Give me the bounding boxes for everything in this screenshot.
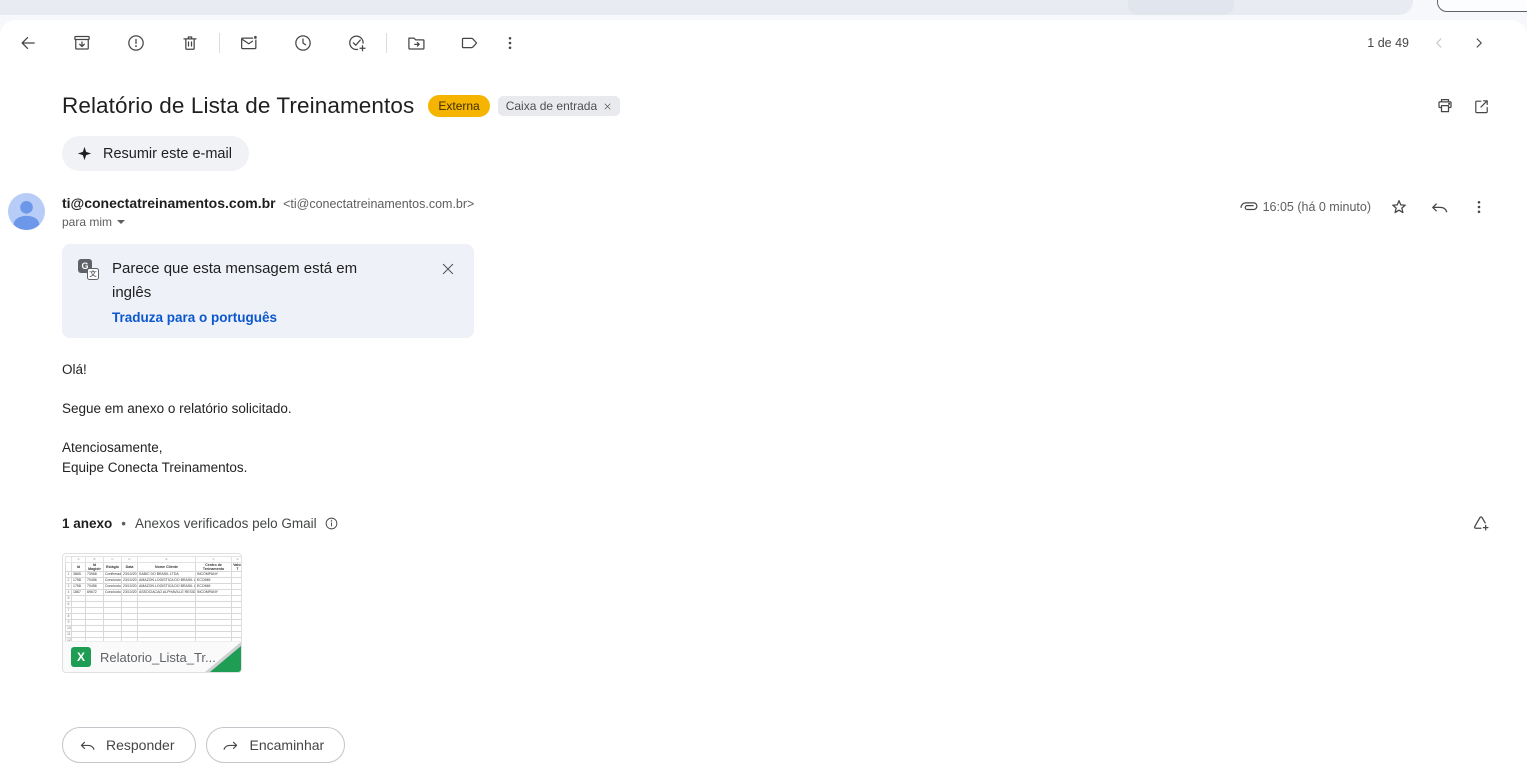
- inbox-label-text: Caixa de entrada: [506, 99, 597, 113]
- toolbar-divider: [386, 33, 387, 53]
- excel-file-icon: X: [71, 647, 91, 667]
- open-in-new-icon: [1472, 97, 1491, 116]
- close-icon: [440, 261, 456, 277]
- more-options-button[interactable]: [490, 23, 530, 63]
- email-timestamp: 16:05 (há 0 minuto): [1263, 200, 1371, 214]
- older-email-button[interactable]: [1459, 23, 1499, 63]
- translate-message: Parece que esta mensagem está em inglês: [112, 257, 364, 305]
- drive-add-icon: [1471, 513, 1491, 533]
- kebab-icon: [1469, 197, 1489, 217]
- attachments-verified-label: Anexos verificados pelo Gmail: [135, 516, 317, 531]
- reply-button-label: Responder: [106, 737, 175, 753]
- archive-icon: [72, 33, 92, 53]
- sender-avatar[interactable]: [8, 193, 45, 230]
- inbox-label-chip[interactable]: Caixa de entrada: [498, 96, 620, 116]
- translate-action-link[interactable]: Traduza para o português: [112, 310, 434, 325]
- delete-button[interactable]: [170, 23, 210, 63]
- star-button[interactable]: [1379, 187, 1419, 227]
- print-button[interactable]: [1427, 88, 1463, 124]
- move-to-icon: [406, 33, 426, 53]
- reply-icon: [78, 736, 96, 754]
- kebab-icon: [500, 33, 520, 53]
- remove-label-icon[interactable]: [603, 102, 612, 111]
- person-icon: [8, 193, 45, 230]
- summarize-email-button[interactable]: Resumir este e-mail: [62, 136, 249, 171]
- label-icon: [460, 33, 480, 53]
- body-line: Segue em anexo o relatório solicitado.: [62, 399, 1499, 419]
- summarize-label: Resumir este e-mail: [103, 146, 232, 162]
- add-to-tasks-button[interactable]: [337, 23, 377, 63]
- add-to-tasks-icon: [347, 33, 367, 53]
- translate-close-button[interactable]: [434, 255, 462, 283]
- snooze-button[interactable]: [283, 23, 323, 63]
- labels-button[interactable]: [450, 23, 490, 63]
- top-band: [0, 0, 1527, 20]
- mark-unread-button[interactable]: [229, 23, 269, 63]
- dot-separator: •: [121, 516, 126, 531]
- email-toolbar: 1 de 49: [0, 20, 1527, 64]
- cutoff-overlay-button: [1437, 0, 1527, 12]
- open-in-new-window-button[interactable]: [1463, 88, 1499, 124]
- snooze-icon: [293, 33, 313, 53]
- message-more-options-button[interactable]: [1459, 187, 1499, 227]
- translate-banner: G 文 Parece que esta mensagem está em ing…: [62, 244, 474, 338]
- back-icon: [18, 33, 38, 53]
- reply-icon: [1429, 197, 1449, 217]
- sparkle-icon: [76, 145, 93, 162]
- back-button[interactable]: [8, 23, 48, 63]
- chevron-down-icon: [117, 220, 125, 224]
- google-translate-icon: G 文: [78, 259, 99, 280]
- sender-name: ti@conectatreinamentos.com.br: [62, 195, 276, 211]
- attachment-filename: Relatorio_Lista_Tr...: [100, 650, 216, 665]
- sender-address: <ti@conectatreinamentos.com.br>: [283, 197, 474, 211]
- report-spam-icon: [126, 33, 146, 53]
- chevron-left-icon: [1430, 34, 1448, 52]
- report-spam-button[interactable]: [116, 23, 156, 63]
- mark-unread-icon: [239, 33, 259, 53]
- newer-email-button[interactable]: [1419, 23, 1459, 63]
- email-body: Olá! Segue em anexo o relatório solicita…: [62, 360, 1499, 478]
- body-greeting: Olá!: [62, 360, 1499, 380]
- forward-button[interactable]: Encaminhar: [206, 727, 346, 763]
- print-icon: [1435, 96, 1455, 116]
- reply-button-icon-top[interactable]: [1419, 187, 1459, 227]
- pagination-label: 1 de 49: [1367, 36, 1409, 50]
- reply-button[interactable]: Responder: [62, 727, 196, 763]
- forward-icon: [222, 736, 240, 754]
- email-view-sheet: 1 de 49 Relatório de Lista de Treinament…: [0, 20, 1527, 763]
- info-icon[interactable]: [324, 516, 339, 531]
- delete-icon: [180, 33, 200, 53]
- move-to-button[interactable]: [396, 23, 436, 63]
- attachment-count: 1 anexo: [62, 516, 112, 531]
- external-badge: Externa: [428, 95, 489, 117]
- body-signature: Equipe Conecta Treinamentos.: [62, 460, 247, 475]
- attachment-preview: ABCDEFGIdId MagistrEstágioDataNome Clien…: [63, 554, 241, 643]
- forward-button-label: Encaminhar: [250, 737, 325, 753]
- archive-button[interactable]: [62, 23, 102, 63]
- attachment-preview-table: ABCDEFGIdId MagistrEstágioDataNome Clien…: [65, 556, 241, 643]
- attachment-card[interactable]: ABCDEFGIdId MagistrEstágioDataNome Clien…: [62, 553, 242, 673]
- toolbar-divider: [219, 33, 220, 53]
- body-closing: Atenciosamente,: [62, 440, 163, 455]
- recipient-label: para mim: [62, 215, 112, 229]
- chevron-right-icon: [1470, 34, 1488, 52]
- recipient-dropdown[interactable]: para mim: [62, 215, 474, 229]
- fold-corner: [210, 646, 241, 672]
- star-icon: [1389, 197, 1409, 217]
- attachment-indicator-icon: [1239, 197, 1259, 217]
- add-all-to-drive-button[interactable]: [1463, 505, 1499, 541]
- email-subject: Relatório de Lista de Treinamentos: [62, 93, 414, 119]
- browser-strip-pill: [1128, 0, 1234, 15]
